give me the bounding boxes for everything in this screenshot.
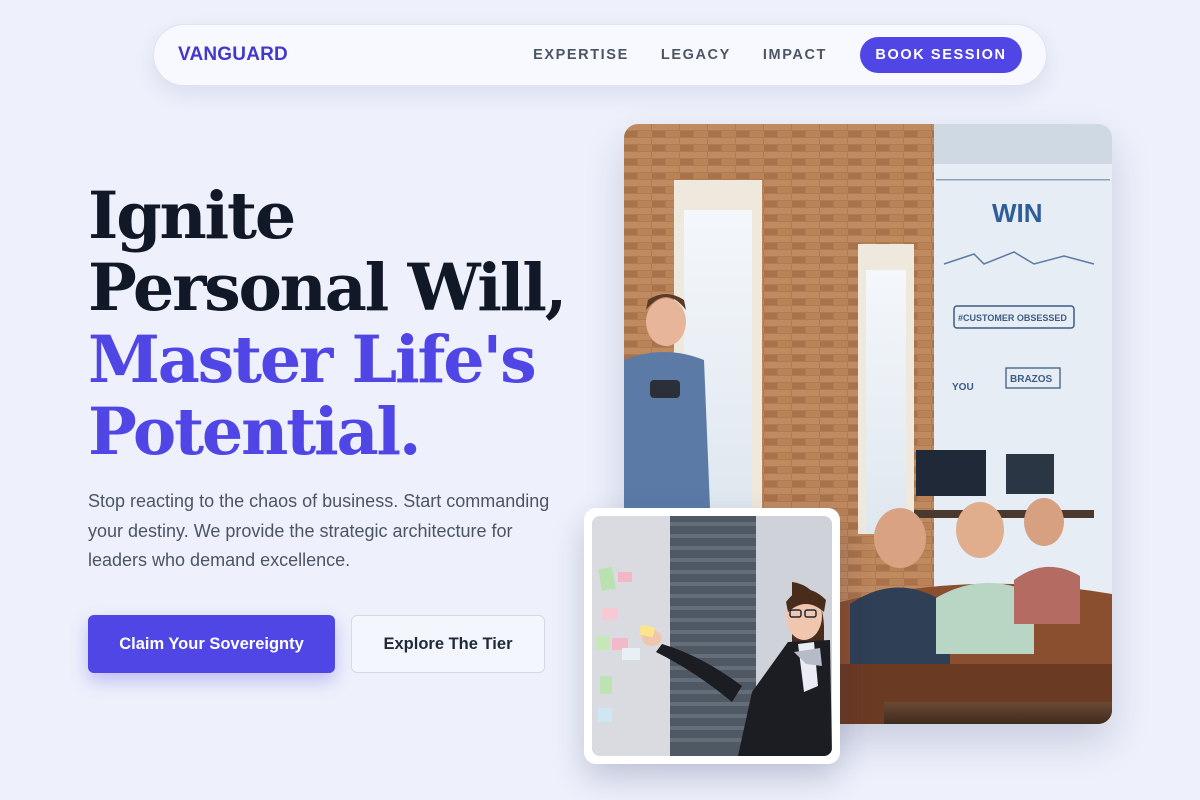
- nav-link-impact[interactable]: IMPACT: [763, 47, 827, 63]
- nav-link-expertise[interactable]: EXPERTISE: [533, 47, 629, 63]
- headline-line-3: Master Life's: [88, 322, 537, 398]
- brand-logo[interactable]: VANGUARD: [178, 44, 288, 66]
- headline-line-1: Ignite: [88, 178, 296, 254]
- mural-you-text: YOU: [952, 382, 974, 393]
- headline-line-2: Personal Will,: [88, 250, 567, 326]
- sticky-notes-illustration: [592, 516, 832, 756]
- inset-photo-card: [584, 508, 840, 764]
- headline-line-4: Potential.: [88, 394, 421, 470]
- explore-tier-button[interactable]: Explore The Tier: [351, 615, 545, 673]
- hero-headline: Ignite Personal Will, Master Life's Pote…: [88, 180, 588, 468]
- hero-lead-paragraph: Stop reacting to the chaos of business. …: [88, 491, 550, 570]
- claim-sovereignty-button[interactable]: Claim Your Sovereignty: [88, 615, 335, 673]
- mural-win-text: WIN: [992, 198, 1043, 228]
- top-navbar: VANGUARD EXPERTISE LEGACY IMPACT BOOK SE…: [153, 24, 1047, 86]
- book-session-button[interactable]: BOOK SESSION: [860, 37, 1022, 73]
- nav-link-legacy[interactable]: LEGACY: [661, 47, 731, 63]
- nav-links: EXPERTISE LEGACY IMPACT BOOK SESSION: [533, 37, 1022, 73]
- mural-tag-text: #CUSTOMER OBSESSED: [958, 313, 1067, 323]
- inset-photo: [592, 516, 832, 756]
- mural-brazos-text: BRAZOS: [1010, 374, 1053, 385]
